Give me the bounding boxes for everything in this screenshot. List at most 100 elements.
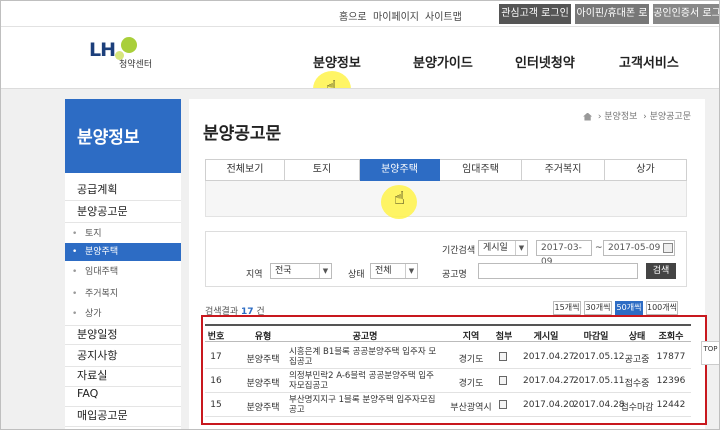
page: 홈으로 마이페이지 사이트맵 관심고객 로그인 아이핀/휴대폰 로그인 공인인증… <box>0 0 720 430</box>
page-size-15[interactable]: 15개씩 <box>553 301 581 315</box>
tab-land[interactable]: 토지 <box>285 159 360 181</box>
page-size-50[interactable]: 50개씩 <box>615 301 643 315</box>
sidebar-sub-rental-housing[interactable]: • 임대주택 <box>65 265 181 279</box>
region-label: 지역 <box>246 270 263 280</box>
gnb-item-sales-info[interactable]: 분양정보 <box>313 52 361 71</box>
bullet-icon: • <box>72 229 78 239</box>
breadcrumb-item[interactable]: 분양정보 <box>604 112 637 122</box>
calendar-icon[interactable] <box>663 243 673 253</box>
logo-brand: LH <box>89 39 116 61</box>
sidebar-sub-label: 토지 <box>85 229 102 239</box>
sidebar-sub-sale-housing[interactable]: • 분양주택 <box>65 243 181 261</box>
search-result-count: 검색결과 17 건 <box>205 304 265 317</box>
sidebar-item-label: 공급계획 <box>77 183 118 196</box>
date-separator: ~ <box>595 243 603 253</box>
bullet-icon: • <box>72 309 78 319</box>
file-icon[interactable] <box>499 352 507 361</box>
search-button[interactable]: 검색 <box>646 263 676 279</box>
cell-posted: 2017.04.27 <box>523 376 575 386</box>
member-login-button[interactable]: 관심고객 로그인 <box>499 4 571 24</box>
hand-cursor-icon: ☝ <box>394 188 405 209</box>
gnb-item-customer-service[interactable]: 고객서비스 <box>619 52 679 71</box>
page-size-30[interactable]: 30개씩 <box>584 301 612 315</box>
logo-dot-icon <box>121 37 137 53</box>
col-posted: 게시일 <box>533 332 559 342</box>
cell-views: 12396 <box>656 376 686 386</box>
cell-type: 분양주택 <box>246 403 280 413</box>
result-suffix: 건 <box>256 307 265 317</box>
table-row[interactable]: 15 분양주택 부산명지지구 1블록 분양주택 입주자모집공고 부산광역시 20… <box>205 393 691 417</box>
period-select-value: 게시일 <box>483 243 508 253</box>
breadcrumb-current: 분양공고문 <box>649 112 691 122</box>
sidebar-item-announcements[interactable]: 공지사항 <box>65 347 181 367</box>
cell-title-link[interactable]: 부산명지지구 1블록 분양주택 입주자모집공고 <box>289 395 439 415</box>
cell-status: 접수중 <box>624 379 650 389</box>
cell-closing: 2017.05.11 <box>573 376 625 386</box>
gnb-item-sales-guide[interactable]: 분양가이드 <box>413 52 473 71</box>
page-size-100[interactable]: 100개씩 <box>646 301 678 315</box>
gnb-item-internet-subscription[interactable]: 인터넷청약 <box>515 52 575 71</box>
cell-region: 경기도 <box>458 355 484 365</box>
status-select[interactable]: 전체 ▼ <box>370 263 418 279</box>
tab-commercial[interactable]: 상가 <box>605 159 687 181</box>
notice-name-label: 공고명 <box>442 270 467 280</box>
home-icon[interactable] <box>583 112 593 121</box>
date-from-input[interactable]: 2017-03-09 <box>536 240 592 267</box>
cell-title-link[interactable]: 의정부민락2 A-6블럭 공공분양주택 입주자모집공고 <box>289 371 439 391</box>
tab-all[interactable]: 전체보기 <box>205 159 285 181</box>
sidebar-item-notices[interactable]: 분양공고문 <box>65 203 181 223</box>
file-icon[interactable] <box>499 376 507 385</box>
date-to-input[interactable]: 2017-05-09 <box>603 240 675 256</box>
mypage-link[interactable]: 마이페이지 <box>373 8 419 23</box>
cell-status: 접수마감 <box>620 403 654 413</box>
date-to-value: 2017-05-09 <box>608 243 661 253</box>
sidebar-item-faq[interactable]: FAQ <box>65 387 181 407</box>
certificate-login-button[interactable]: 공인인증서 로그인 <box>653 4 719 39</box>
sidebar-item-label: FAQ <box>77 387 99 400</box>
period-select[interactable]: 게시일 ▼ <box>478 240 528 256</box>
region-select[interactable]: 전국 ▼ <box>270 263 332 279</box>
ipin-login-button[interactable]: 아이핀/휴대폰 로그인 <box>575 4 649 39</box>
sidebar-item-label: 분양일정 <box>77 328 118 341</box>
notice-name-input[interactable] <box>478 263 638 279</box>
period-label: 기간검색 <box>442 246 476 256</box>
col-views: 조회수 <box>658 332 684 342</box>
sidebar-item-schedule[interactable]: 분양일정 <box>65 325 181 345</box>
cell-views: 12442 <box>656 400 686 410</box>
cell-no: 15 <box>210 400 222 410</box>
tab-sale-housing[interactable]: 분양주택 <box>360 159 440 181</box>
sidebar-item-purchase-notices[interactable]: 매입공고문 <box>65 407 181 427</box>
cell-region: 부산광역시 <box>450 403 492 413</box>
col-no: 번호 <box>207 332 225 342</box>
table-row[interactable]: 16 분양주택 의정부민락2 A-6블럭 공공분양주택 입주자모집공고 경기도 … <box>205 369 691 393</box>
chevron-down-icon: ▼ <box>319 264 331 278</box>
cell-title-link[interactable]: 시흥은계 B1블록 공공분양주택 입주자 모집공고 <box>289 347 439 367</box>
sidebar-sub-land[interactable]: • 토지 <box>65 227 181 241</box>
main-content: › 분양정보 › 분양공고문 분양공고문 전체보기 토지 분양주택 임대주택 주… <box>189 99 705 429</box>
tab-welfare[interactable]: 주거복지 <box>522 159 605 181</box>
sitemap-link[interactable]: 사이트맵 <box>425 8 462 23</box>
cell-views: 17877 <box>656 352 686 362</box>
tab-rental-housing[interactable]: 임대주택 <box>440 159 522 181</box>
status-label: 상태 <box>348 270 365 280</box>
home-link[interactable]: 홈으로 <box>339 8 367 23</box>
tab-panel <box>205 181 687 217</box>
cell-status: 공고중 <box>624 355 650 365</box>
bullet-icon: • <box>72 267 78 277</box>
scroll-top-button[interactable]: TOP <box>701 341 719 365</box>
sidebar-item-label: 자료실 <box>77 369 108 382</box>
search-form: 기간검색 게시일 ▼ 2017-03-09 ~ 2017-05-09 지역 전국 ▼… <box>205 231 687 287</box>
sidebar: 분양정보 공급계획 분양공고문 • 토지 • 분양주택 • 임대주택 • 주거복지 • 상… <box>65 99 181 429</box>
file-icon[interactable] <box>499 400 507 409</box>
sidebar-sub-label: 주거복지 <box>85 289 119 299</box>
breadcrumb: › 분양정보 › 분양공고문 <box>583 109 691 122</box>
sidebar-item-supply-plan[interactable]: 공급계획 <box>65 181 181 201</box>
col-type: 유형 <box>254 332 272 342</box>
sidebar-item-archive[interactable]: 자료실 <box>65 367 181 387</box>
cell-no: 16 <box>210 376 222 386</box>
sidebar-sub-commercial[interactable]: • 상가 <box>65 307 181 321</box>
table-row[interactable]: 17 분양주택 시흥은계 B1블록 공공분양주택 입주자 모집공고 경기도 20… <box>205 345 691 369</box>
col-attach: 첨부 <box>495 332 513 342</box>
col-title: 공고명 <box>352 332 378 342</box>
sidebar-sub-welfare[interactable]: • 주거복지 <box>65 287 181 301</box>
